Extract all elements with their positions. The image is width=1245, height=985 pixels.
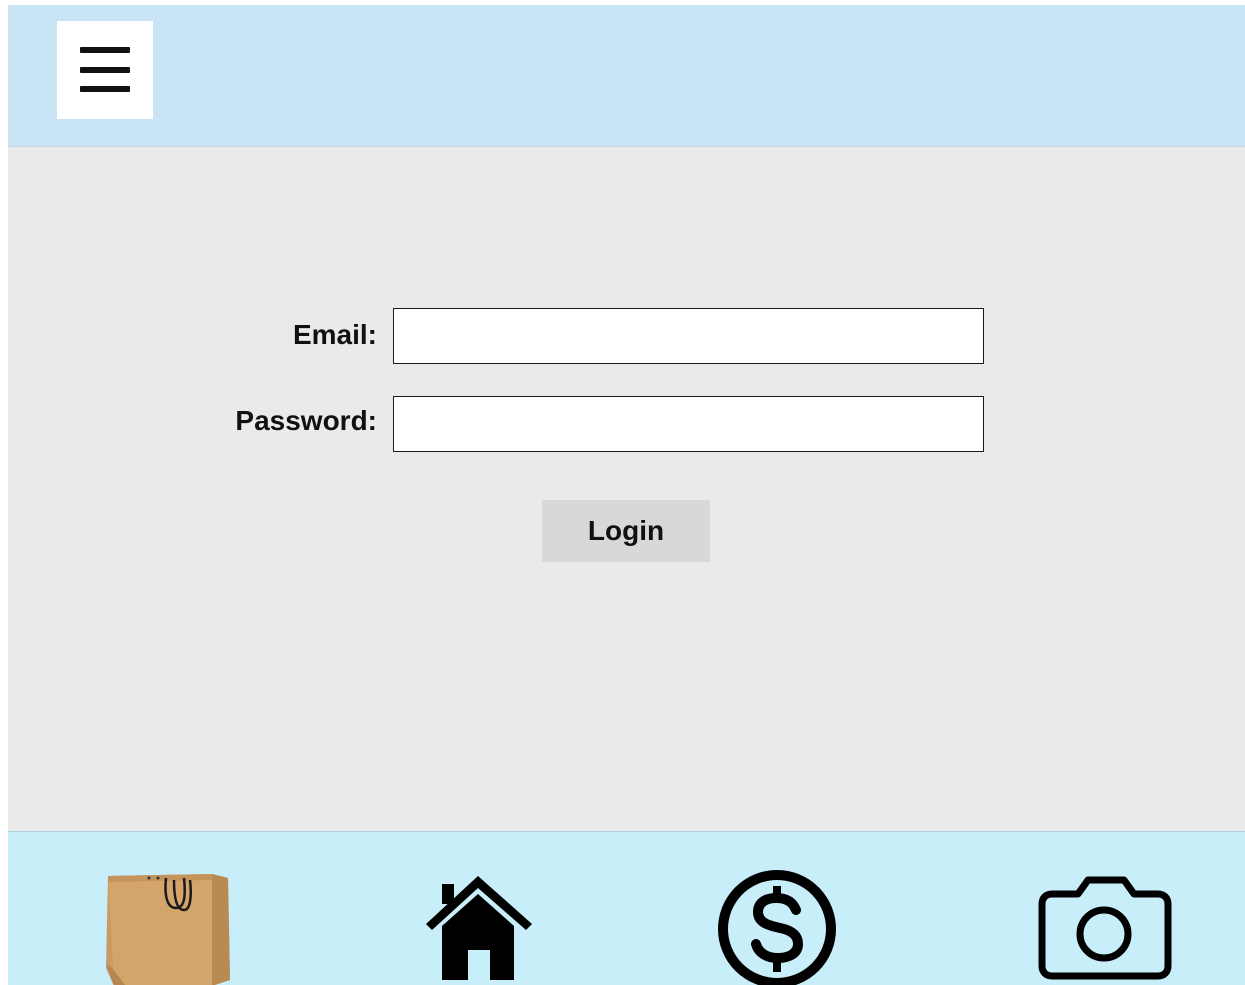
nav-money-button[interactable] bbox=[716, 868, 838, 985]
bottom-nav bbox=[8, 831, 1245, 985]
nav-home-button[interactable] bbox=[426, 876, 536, 980]
home-icon bbox=[426, 876, 532, 980]
shopping-bag-icon bbox=[106, 874, 230, 985]
nav-camera-button[interactable] bbox=[1038, 876, 1174, 980]
email-field[interactable] bbox=[393, 308, 984, 364]
nav-shop-button[interactable] bbox=[104, 868, 234, 985]
dollar-icon bbox=[718, 870, 836, 985]
camera-icon bbox=[1038, 876, 1172, 980]
login-button[interactable]: Login bbox=[542, 500, 710, 562]
password-label: Password: bbox=[235, 405, 377, 436]
menu-button[interactable] bbox=[57, 21, 153, 119]
hamburger-menu-icon bbox=[80, 47, 130, 92]
top-header bbox=[8, 5, 1245, 147]
email-label: Email: bbox=[292, 319, 377, 350]
password-field[interactable] bbox=[393, 396, 984, 452]
app-window: Email: Password: Login bbox=[8, 5, 1245, 985]
